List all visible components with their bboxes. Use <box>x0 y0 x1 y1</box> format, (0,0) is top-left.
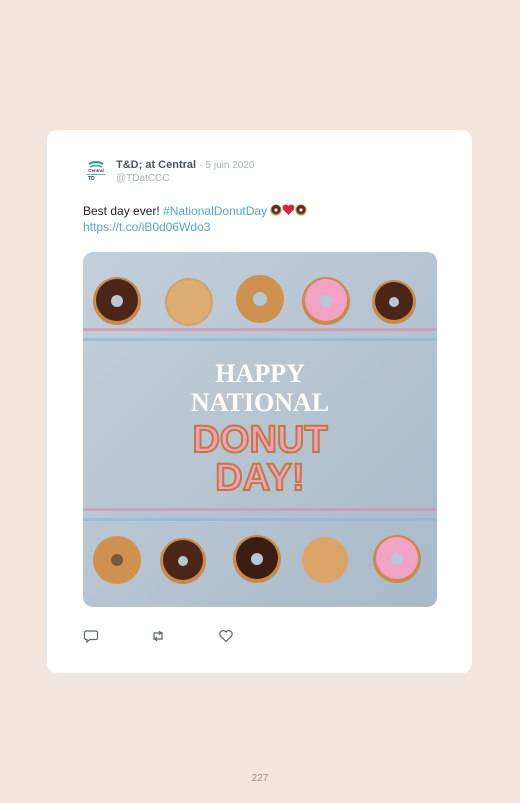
tweet-date[interactable]: 5 juin 2020 <box>206 160 255 171</box>
tweet-url-link[interactable]: https://t.co/iB0d06Wdo3 <box>83 220 210 234</box>
reply-icon[interactable] <box>83 628 99 644</box>
retweet-icon[interactable] <box>150 628 166 644</box>
logo-text-top: Central <box>88 168 104 173</box>
tweet-author: T&D; at Central · 5 juin 2020 <box>116 159 254 172</box>
hashtag-link[interactable]: #NationalDonutDay <box>163 204 267 218</box>
tweet-image[interactable]: HAPPY NATIONAL DONUT DAY! <box>83 252 437 607</box>
avatar[interactable]: Central TD <box>83 158 109 184</box>
image-text-day: DAY! <box>215 457 304 499</box>
author-name[interactable]: T&D; at Central <box>116 159 196 171</box>
image-text-donut: DONUT <box>192 419 327 461</box>
central-logo-icon: Central TD <box>83 158 109 184</box>
tweet-text: Best day ever! #NationalDonutDay https:/… <box>83 204 443 235</box>
author-handle[interactable]: @TDatCCC <box>116 173 170 184</box>
tweet-card: Central TD T&D; at Central · 5 juin 2020… <box>47 130 472 673</box>
donut-day-image: HAPPY NATIONAL DONUT DAY! <box>83 252 437 607</box>
tweet-body: Best day ever! <box>83 204 164 218</box>
donut-emoji-icon <box>270 204 282 220</box>
heart-emoji-icon <box>282 204 295 220</box>
donut-emoji-icon <box>295 204 307 220</box>
separator: · <box>199 160 203 171</box>
like-icon[interactable] <box>218 628 234 644</box>
logo-text-bottom: TD <box>88 176 95 182</box>
tweet-actions <box>83 628 283 644</box>
image-text-national: NATIONAL <box>191 388 329 417</box>
page-number: 227 <box>251 773 269 784</box>
image-text-happy: HAPPY <box>215 359 305 388</box>
